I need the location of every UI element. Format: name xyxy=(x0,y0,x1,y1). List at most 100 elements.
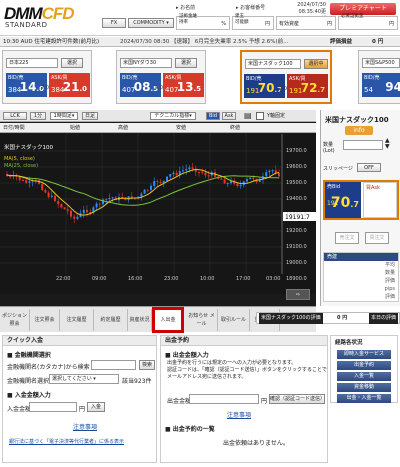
bid-toggle[interactable]: Bid xyxy=(206,112,220,120)
side-menu-instant-deposit[interactable]: 即時入金サービス xyxy=(337,350,391,359)
side-menu-withdraw[interactable]: 出金予約 xyxy=(337,361,391,370)
price-panel-nasdaq[interactable]: 米国ナスダック100 選択中 BID/売 191 70.7 ASK/買 191 … xyxy=(240,50,332,104)
yaxis-fixed-checkbox[interactable] xyxy=(256,112,264,120)
candle xyxy=(207,175,210,177)
technical-select[interactable]: テクニカル指標▾ xyxy=(150,112,196,120)
qty-label: 数量 (Lot) xyxy=(323,142,335,154)
candle xyxy=(159,182,162,184)
bank-search-label: 金融機関名(カタカナ)から検索 xyxy=(7,364,90,371)
panel-select-button[interactable]: 選択 xyxy=(175,58,197,68)
panel-select-button[interactable]: 選択中 xyxy=(304,59,328,69)
name-label: ▸ お名前 xyxy=(176,5,196,11)
price-panel-sp500[interactable]: 米国S&P500 BID/売 54 94 xyxy=(358,50,400,104)
tab-mail[interactable]: お知らせ メール xyxy=(186,309,218,331)
margin-ratio-cell: 証拠金維持率 % xyxy=(176,14,230,30)
bars-icon[interactable]: ▤ xyxy=(244,110,252,122)
daily-button[interactable]: 日足 xyxy=(82,112,98,120)
news-ticker[interactable]: 10:30 AUD 住宅建設許可件数(前月比) 2024/07/30 08:30… xyxy=(0,37,400,47)
candle xyxy=(70,210,72,217)
commodity-button[interactable]: COMMODITY ▾ xyxy=(128,18,174,28)
price-panel-dow[interactable]: 米国NYダウ30 選択 BID/売 407 08.5 ASK/買 407 13.… xyxy=(116,50,206,104)
amount-title: ■ 入金金額入力 xyxy=(7,392,51,399)
qty-input[interactable] xyxy=(343,140,383,150)
withdraw-amount-input[interactable] xyxy=(189,394,259,404)
candle xyxy=(226,183,229,185)
pnl-value: 0 円 xyxy=(372,39,384,45)
candle xyxy=(66,209,69,211)
ask-button[interactable]: ASK/買 384 21.0 xyxy=(49,73,90,97)
chart-toolbar: LCK 1分 1時間足▾ 日足 テクニカル指標▾ Bid Ask ▤ Y軸固定 xyxy=(0,110,316,122)
y-tick-label: 19500.0 xyxy=(286,180,307,186)
withdraw-confirm-button[interactable]: 確認（認証コード送信） xyxy=(269,394,325,404)
top-header: DMMCFD STANDARD ▸ お名前 ▸ お客様番号 2024/07/30… xyxy=(0,0,400,36)
x-tick-label: 23:00 xyxy=(164,276,179,282)
tab-positions[interactable]: ポジション 照会 xyxy=(0,309,30,331)
y-tick-label: 19100.0 xyxy=(286,244,307,250)
candle xyxy=(44,189,47,193)
logo-subtitle: STANDARD xyxy=(5,21,48,29)
bid-button[interactable]: BID/売 54 94 xyxy=(362,73,400,97)
bank-select-title: ■ 金融機関選択 xyxy=(7,352,51,359)
candle xyxy=(185,169,188,171)
tab-executions[interactable]: 約定履歴 xyxy=(94,309,128,331)
qty-stepper[interactable]: ▲ ▼ xyxy=(385,138,390,150)
ask-button[interactable]: ASK/買 191 72.7 xyxy=(287,74,328,98)
bank-search-input[interactable] xyxy=(91,360,136,370)
eval-bar: 米国ナスダック100の評価 0 円 本日の評価 xyxy=(256,312,400,324)
bank-select-dropdown[interactable]: 選択してください ▾ xyxy=(49,374,119,384)
order-symbol: 米国ナスダック100 xyxy=(325,116,389,124)
panel-name[interactable]: 米国ナスダック100 xyxy=(245,59,301,69)
candle xyxy=(156,181,159,183)
bank-count: 該当923件 xyxy=(122,378,152,385)
timeframe-select[interactable]: 1時間足▾ xyxy=(50,112,78,120)
candlestick-chart[interactable]: 19191.7 xyxy=(0,134,316,294)
y-tick-label: 19300.0 xyxy=(286,212,307,218)
deposit-notes-link[interactable]: 注意事項 xyxy=(73,422,97,431)
tab-order-history[interactable]: 注文履歴 xyxy=(60,309,94,331)
side-menu-history[interactable]: 出金・入金一覧 xyxy=(337,394,391,403)
side-menu-transfer[interactable]: 資金移動 xyxy=(337,383,391,392)
slippage-toggle[interactable]: OFF xyxy=(357,163,381,172)
ask-toggle[interactable]: Ask xyxy=(222,112,236,120)
tab-rules[interactable]: 取引ルール xyxy=(218,309,250,331)
lock-button[interactable]: LCK xyxy=(3,112,27,120)
x-tick-label: 03:00 xyxy=(266,276,281,282)
candle xyxy=(73,216,76,219)
info-button[interactable]: info xyxy=(345,126,373,135)
scroll-latest-button[interactable]: ⇨ xyxy=(286,289,310,300)
electronic-payment-link[interactable]: 銀行法に基づく「電子決済等代行業者」に係る表示 xyxy=(9,438,124,445)
order-ask-price[interactable]: 買Ask xyxy=(363,182,397,218)
candle xyxy=(188,167,191,170)
tab-deposit[interactable]: 入出金 xyxy=(152,307,184,333)
panel-name[interactable]: 米国S&P500 xyxy=(362,58,400,68)
y-tick-label: 19000.0 xyxy=(286,260,307,266)
price-panel-nikkei[interactable]: 日本225 選択 BID/売 384 14.0 ASK/買 384 21.0 7… xyxy=(2,50,92,104)
fx-button[interactable]: FX xyxy=(102,18,126,28)
ask-button[interactable]: ASK/買 407 13.5 xyxy=(163,73,204,97)
sell-order-button[interactable]: 売注文 xyxy=(335,232,359,244)
candle xyxy=(146,189,149,191)
y-tick-label: 19200.0 xyxy=(286,228,307,234)
deposit-button[interactable]: 入金 xyxy=(87,402,105,412)
bank-search-button[interactable]: 検索 xyxy=(139,360,155,370)
candle xyxy=(223,179,226,184)
tab-assets[interactable]: 資産状況 xyxy=(128,309,152,331)
withdraw-description: 出金予約を行うには規定の一への入力が必要となります。 認証コードは、「確認（認証… xyxy=(167,360,327,380)
interval-1min[interactable]: 1分 xyxy=(30,112,46,120)
panel-name[interactable]: 米国NYダウ30 xyxy=(120,58,172,68)
available-cell: 建玉 可能額 円 xyxy=(232,14,274,30)
candle xyxy=(220,178,223,180)
equity-cell: 有効資産 円 xyxy=(276,16,336,30)
side-menu-deposit-list[interactable]: 入金一覧 xyxy=(337,372,391,381)
buy-order-button[interactable]: 買注文 xyxy=(365,232,389,244)
panel-select-button[interactable]: 選択 xyxy=(61,58,83,68)
candle xyxy=(140,193,143,197)
candle xyxy=(82,209,85,214)
tab-orders[interactable]: 注文照会 xyxy=(30,309,60,331)
candle xyxy=(153,181,156,186)
withdraw-notes-link[interactable]: 注意事項 xyxy=(227,410,251,419)
deposit-amount-input[interactable] xyxy=(29,402,77,412)
panel-name[interactable]: 日本225 xyxy=(6,58,58,68)
candle xyxy=(54,195,56,202)
order-bid-price[interactable]: 売Bid 191 70.7 xyxy=(325,182,361,218)
